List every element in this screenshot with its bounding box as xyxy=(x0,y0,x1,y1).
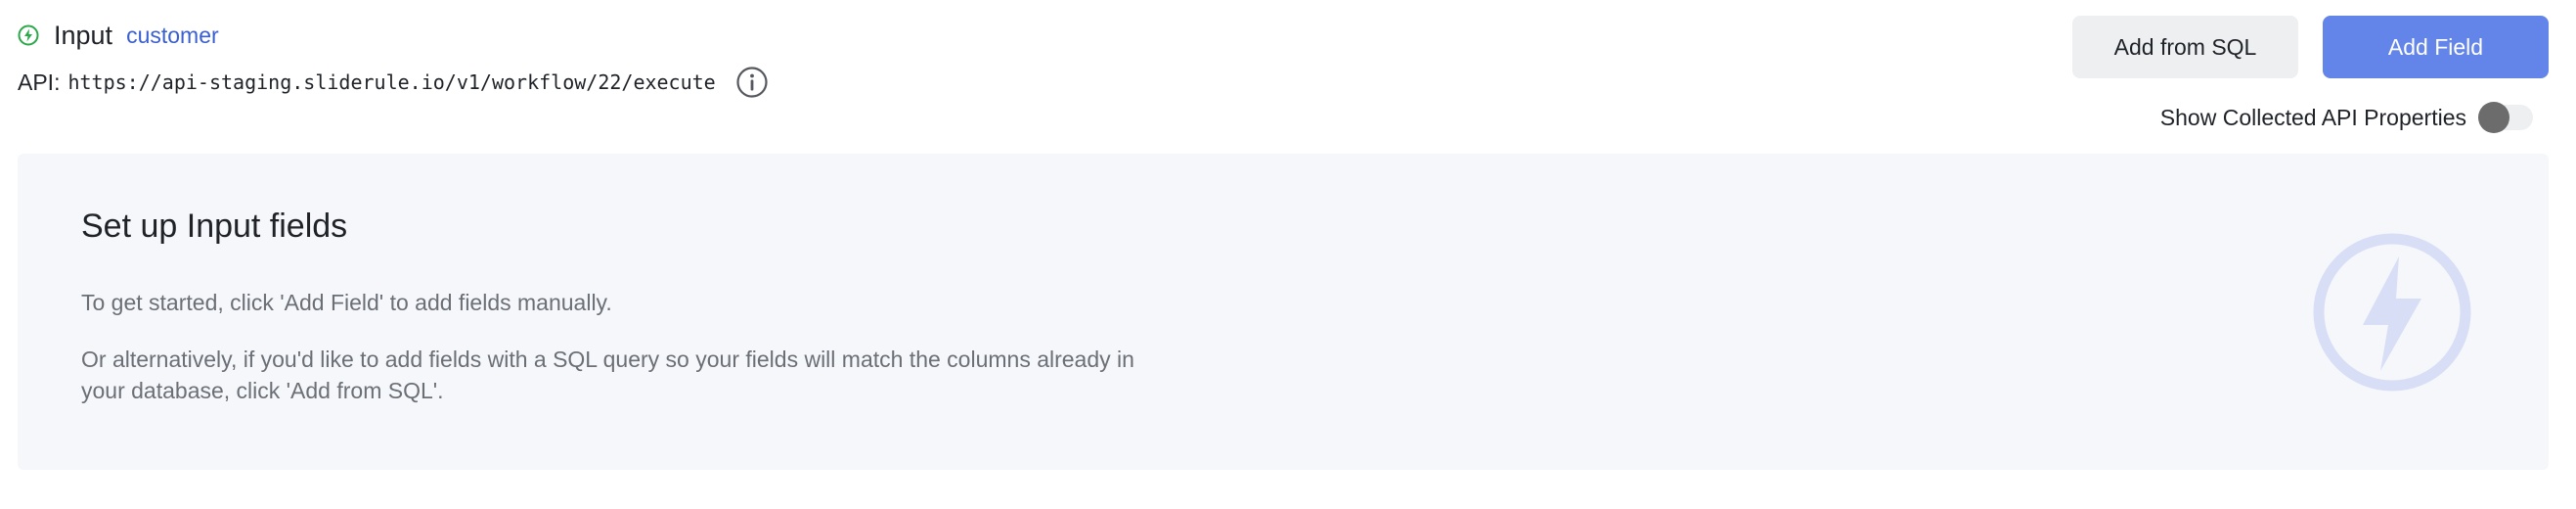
show-collected-properties-row: Show Collected API Properties xyxy=(2160,96,2533,139)
api-row: API: https://api-staging.sliderule.io/v1… xyxy=(18,61,769,104)
info-icon[interactable] xyxy=(735,66,769,99)
toggle-knob xyxy=(2478,102,2509,133)
api-url: https://api-staging.sliderule.io/v1/work… xyxy=(67,70,716,94)
input-config-panel: Input customer API: https://api-staging.… xyxy=(0,0,2576,509)
add-from-sql-button[interactable]: Add from SQL xyxy=(2072,16,2298,78)
source-link[interactable]: customer xyxy=(126,23,219,49)
toggle-label: Show Collected API Properties xyxy=(2159,104,2466,130)
add-field-button[interactable]: Add Field xyxy=(2323,16,2549,78)
page-title: Input xyxy=(54,20,113,50)
api-label: API: xyxy=(18,69,61,95)
lightning-circle-icon xyxy=(18,24,39,46)
empty-state-text-1: To get started, click 'Add Field' to add… xyxy=(81,290,612,315)
empty-state-panel: Set up Input fields To get started, clic… xyxy=(18,154,2549,470)
show-collected-properties-toggle[interactable] xyxy=(2478,102,2533,133)
empty-state-text-2: Or alternatively, if you'd like to add f… xyxy=(81,347,1134,403)
empty-state-title: Set up Input fields xyxy=(81,208,348,245)
lightning-bolt-icon xyxy=(2312,232,2472,393)
title-row: Input customer xyxy=(18,16,219,55)
